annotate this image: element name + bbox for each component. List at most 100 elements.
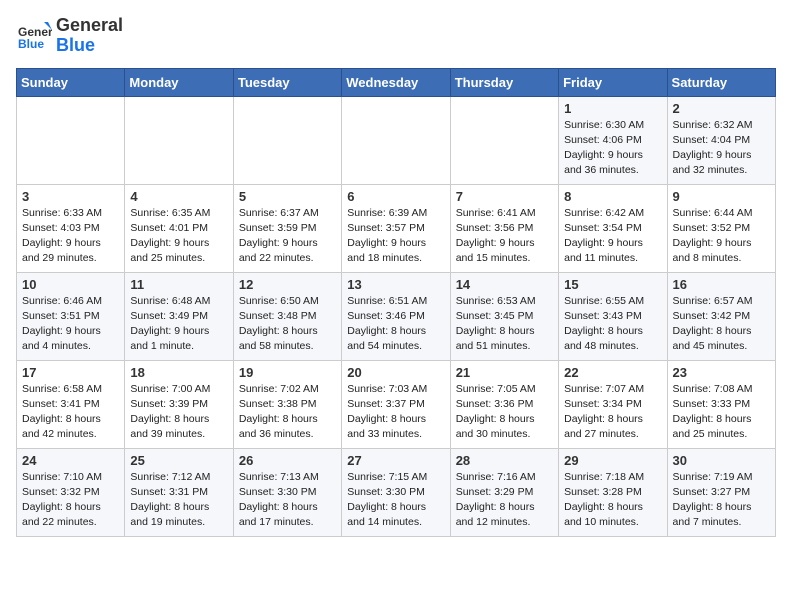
day-info: Sunrise: 7:19 AM Sunset: 3:27 PM Dayligh… (673, 470, 770, 531)
day-cell: 29 Sunrise: 7:18 AM Sunset: 3:28 PM Dayli… (559, 448, 667, 536)
day-info: Sunrise: 7:02 AM Sunset: 3:38 PM Dayligh… (239, 382, 336, 443)
week-row-1: 1 Sunrise: 6:30 AM Sunset: 4:06 PM Daylig… (17, 96, 776, 184)
day-cell: 9 Sunrise: 6:44 AM Sunset: 3:52 PM Daylig… (667, 184, 775, 272)
day-number: 12 (239, 277, 336, 292)
day-number: 8 (564, 189, 661, 204)
day-number: 18 (130, 365, 227, 380)
day-number: 26 (239, 453, 336, 468)
day-number: 24 (22, 453, 119, 468)
col-header-friday: Friday (559, 68, 667, 96)
day-info: Sunrise: 6:44 AM Sunset: 3:52 PM Dayligh… (673, 206, 770, 267)
day-cell: 14Sunrise: 6:53 AM Sunset: 3:45 PM Dayli… (450, 272, 558, 360)
col-header-sunday: Sunday (17, 68, 125, 96)
header-row: SundayMondayTuesdayWednesdayThursdayFrid… (17, 68, 776, 96)
day-info: Sunrise: 7:18 AM Sunset: 3:28 PM Dayligh… (564, 470, 661, 531)
day-info: Sunrise: 7:10 AM Sunset: 3:32 PM Dayligh… (22, 470, 119, 531)
day-cell: 1 Sunrise: 6:30 AM Sunset: 4:06 PM Daylig… (559, 96, 667, 184)
col-header-wednesday: Wednesday (342, 68, 450, 96)
day-number: 30 (673, 453, 770, 468)
col-header-monday: Monday (125, 68, 233, 96)
day-cell: 24 Sunrise: 7:10 AM Sunset: 3:32 PM Dayli… (17, 448, 125, 536)
day-cell: 16 Sunrise: 6:57 AM Sunset: 3:42 PM Dayli… (667, 272, 775, 360)
day-number: 13 (347, 277, 444, 292)
day-number: 11 (130, 277, 227, 292)
col-header-saturday: Saturday (667, 68, 775, 96)
day-number: 10 (22, 277, 119, 292)
day-cell (450, 96, 558, 184)
week-row-3: 10 Sunrise: 6:46 AM Sunset: 3:51 PM Dayli… (17, 272, 776, 360)
day-cell: 2 Sunrise: 6:32 AM Sunset: 4:04 PM Daylig… (667, 96, 775, 184)
day-number: 28 (456, 453, 553, 468)
day-cell: 26 Sunrise: 7:13 AM Sunset: 3:30 PM Dayli… (233, 448, 341, 536)
day-number: 25 (130, 453, 227, 468)
day-info: Sunrise: 6:30 AM Sunset: 4:06 PM Dayligh… (564, 118, 661, 179)
svg-text:Blue: Blue (18, 37, 44, 51)
day-info: Sunrise: 7:00 AM Sunset: 3:39 PM Dayligh… (130, 382, 227, 443)
day-cell: 3 Sunrise: 6:33 AM Sunset: 4:03 PM Daylig… (17, 184, 125, 272)
day-cell: 28 Sunrise: 7:16 AM Sunset: 3:29 PM Dayli… (450, 448, 558, 536)
col-header-tuesday: Tuesday (233, 68, 341, 96)
day-cell (342, 96, 450, 184)
day-info: Sunrise: 6:32 AM Sunset: 4:04 PM Dayligh… (673, 118, 770, 179)
day-info: Sunrise: 6:41 AM Sunset: 3:56 PM Dayligh… (456, 206, 553, 267)
day-info: Sunrise: 7:16 AM Sunset: 3:29 PM Dayligh… (456, 470, 553, 531)
day-number: 16 (673, 277, 770, 292)
day-cell: 15Sunrise: 6:55 AM Sunset: 3:43 PM Dayli… (559, 272, 667, 360)
day-number: 1 (564, 101, 661, 116)
day-number: 9 (673, 189, 770, 204)
week-row-4: 17 Sunrise: 6:58 AM Sunset: 3:41 PM Dayli… (17, 360, 776, 448)
day-info: Sunrise: 6:33 AM Sunset: 4:03 PM Dayligh… (22, 206, 119, 267)
day-number: 4 (130, 189, 227, 204)
day-info: Sunrise: 7:12 AM Sunset: 3:31 PM Dayligh… (130, 470, 227, 531)
day-cell (17, 96, 125, 184)
day-info: Sunrise: 6:50 AM Sunset: 3:48 PM Dayligh… (239, 294, 336, 355)
day-cell: 30 Sunrise: 7:19 AM Sunset: 3:27 PM Dayli… (667, 448, 775, 536)
day-number: 15 (564, 277, 661, 292)
day-info: Sunrise: 6:48 AM Sunset: 3:49 PM Dayligh… (130, 294, 227, 355)
day-cell: 18 Sunrise: 7:00 AM Sunset: 3:39 PM Dayli… (125, 360, 233, 448)
day-info: Sunrise: 6:39 AM Sunset: 3:57 PM Dayligh… (347, 206, 444, 267)
day-cell: 17 Sunrise: 6:58 AM Sunset: 3:41 PM Dayli… (17, 360, 125, 448)
day-number: 17 (22, 365, 119, 380)
day-cell: 22Sunrise: 7:07 AM Sunset: 3:34 PM Dayli… (559, 360, 667, 448)
day-number: 20 (347, 365, 444, 380)
day-cell: 4 Sunrise: 6:35 AM Sunset: 4:01 PM Daylig… (125, 184, 233, 272)
day-info: Sunrise: 6:57 AM Sunset: 3:42 PM Dayligh… (673, 294, 770, 355)
day-number: 7 (456, 189, 553, 204)
day-cell: 8Sunrise: 6:42 AM Sunset: 3:54 PM Daylig… (559, 184, 667, 272)
day-cell (125, 96, 233, 184)
day-info: Sunrise: 7:07 AM Sunset: 3:34 PM Dayligh… (564, 382, 661, 443)
day-cell: 7 Sunrise: 6:41 AM Sunset: 3:56 PM Daylig… (450, 184, 558, 272)
day-info: Sunrise: 6:58 AM Sunset: 3:41 PM Dayligh… (22, 382, 119, 443)
day-number: 29 (564, 453, 661, 468)
day-cell: 25 Sunrise: 7:12 AM Sunset: 3:31 PM Dayli… (125, 448, 233, 536)
day-info: Sunrise: 7:15 AM Sunset: 3:30 PM Dayligh… (347, 470, 444, 531)
day-number: 3 (22, 189, 119, 204)
logo-text: General Blue (56, 16, 123, 56)
day-cell (233, 96, 341, 184)
day-cell: 11 Sunrise: 6:48 AM Sunset: 3:49 PM Dayli… (125, 272, 233, 360)
header: General Blue General Blue (16, 16, 776, 56)
day-number: 2 (673, 101, 770, 116)
day-cell: 12 Sunrise: 6:50 AM Sunset: 3:48 PM Dayli… (233, 272, 341, 360)
day-info: Sunrise: 7:05 AM Sunset: 3:36 PM Dayligh… (456, 382, 553, 443)
day-number: 19 (239, 365, 336, 380)
day-cell: 5Sunrise: 6:37 AM Sunset: 3:59 PM Daylig… (233, 184, 341, 272)
day-number: 6 (347, 189, 444, 204)
day-cell: 20Sunrise: 7:03 AM Sunset: 3:37 PM Dayli… (342, 360, 450, 448)
day-info: Sunrise: 6:46 AM Sunset: 3:51 PM Dayligh… (22, 294, 119, 355)
col-header-thursday: Thursday (450, 68, 558, 96)
day-cell: 27 Sunrise: 7:15 AM Sunset: 3:30 PM Dayli… (342, 448, 450, 536)
day-info: Sunrise: 6:37 AM Sunset: 3:59 PM Dayligh… (239, 206, 336, 267)
day-info: Sunrise: 7:13 AM Sunset: 3:30 PM Dayligh… (239, 470, 336, 531)
logo-icon: General Blue (16, 18, 52, 54)
day-cell: 21Sunrise: 7:05 AM Sunset: 3:36 PM Dayli… (450, 360, 558, 448)
week-row-5: 24 Sunrise: 7:10 AM Sunset: 3:32 PM Dayli… (17, 448, 776, 536)
day-cell: 19 Sunrise: 7:02 AM Sunset: 3:38 PM Dayli… (233, 360, 341, 448)
week-row-2: 3 Sunrise: 6:33 AM Sunset: 4:03 PM Daylig… (17, 184, 776, 272)
day-info: Sunrise: 6:53 AM Sunset: 3:45 PM Dayligh… (456, 294, 553, 355)
day-info: Sunrise: 7:08 AM Sunset: 3:33 PM Dayligh… (673, 382, 770, 443)
day-number: 27 (347, 453, 444, 468)
day-info: Sunrise: 6:51 AM Sunset: 3:46 PM Dayligh… (347, 294, 444, 355)
day-info: Sunrise: 6:35 AM Sunset: 4:01 PM Dayligh… (130, 206, 227, 267)
